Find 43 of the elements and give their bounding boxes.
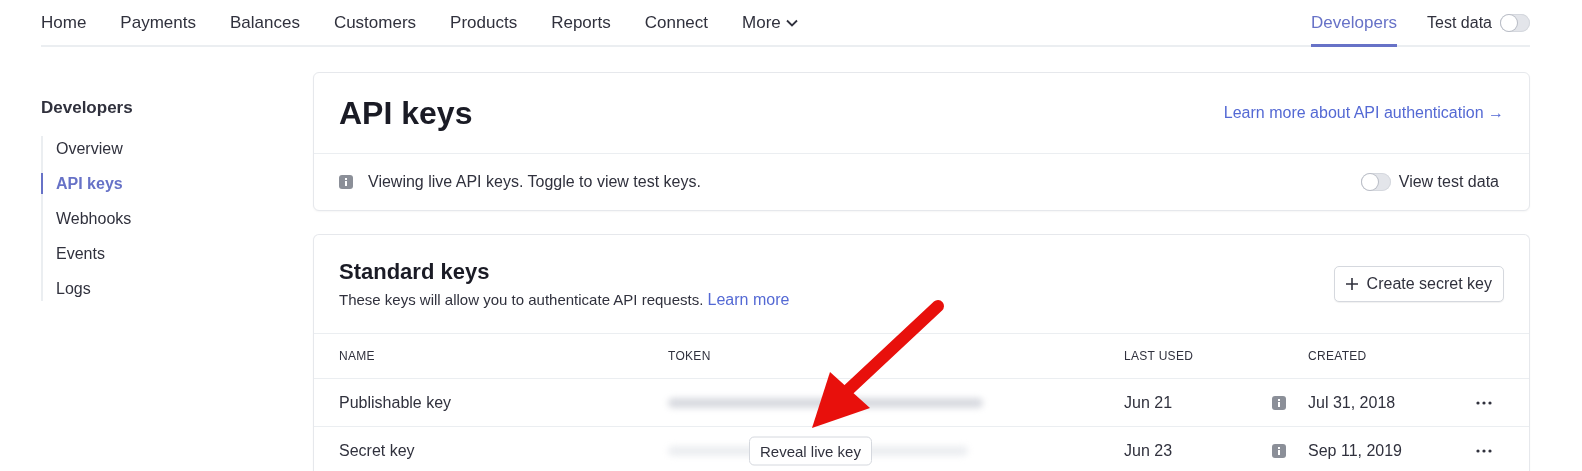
sidebar-item[interactable]: Events bbox=[41, 243, 313, 264]
chevron-down-icon bbox=[785, 19, 798, 27]
more-icon bbox=[1476, 448, 1492, 453]
nav-link[interactable]: Payments bbox=[120, 0, 196, 47]
nav-link[interactable]: Balances bbox=[229, 0, 300, 47]
sidebar-title: Developers bbox=[41, 98, 134, 118]
toggle-switch[interactable] bbox=[1360, 173, 1391, 191]
plus-icon bbox=[1345, 278, 1358, 290]
nav-link[interactable]: Customers bbox=[333, 0, 417, 47]
section-title: Standard keys bbox=[339, 259, 491, 285]
table-cell: Sep 11, 2019 bbox=[1308, 441, 1402, 460]
nav-link[interactable]: Reports bbox=[551, 0, 611, 47]
column-header: LAST USED bbox=[1124, 349, 1195, 363]
column-header: TOKEN bbox=[668, 349, 712, 363]
create-secret-key-button[interactable]: Create secret key bbox=[1333, 266, 1504, 302]
toggle-label: View test data bbox=[1398, 173, 1499, 191]
table-cell-text: Publishable key bbox=[339, 393, 453, 412]
description-text: These keys will allow you to authenticate API requests. Learn more bbox=[339, 291, 790, 309]
more-icon bbox=[1476, 400, 1492, 405]
learn-more-link[interactable]: Learn more about API authentication → bbox=[1223, 104, 1504, 122]
nav-link[interactable]: More bbox=[742, 0, 798, 47]
nav-link[interactable]: Products bbox=[450, 0, 518, 47]
table-cell-text: Jun 23 bbox=[1124, 441, 1174, 460]
nav-link[interactable]: Connect bbox=[644, 0, 709, 47]
sidebar-item[interactable]: Overview bbox=[41, 138, 313, 159]
notice-text: Viewing live API keys. Toggle to view test keys. bbox=[368, 173, 701, 191]
table-cell-text: Jun 21 bbox=[1124, 393, 1174, 412]
nav-link[interactable]: Home bbox=[41, 0, 87, 47]
learn-more-link[interactable]: Learn more bbox=[707, 291, 790, 308]
table-cell-text: Secret key bbox=[339, 441, 416, 460]
sidebar-item[interactable]: Logs bbox=[41, 278, 313, 299]
table-cell: Jul 31, 2018 bbox=[1308, 393, 1396, 412]
toggle-switch[interactable] bbox=[1500, 13, 1530, 32]
info-icon bbox=[339, 175, 353, 189]
column-header: CREATED bbox=[1308, 349, 1368, 363]
page-title: API keys bbox=[339, 94, 473, 132]
toggle-label: Test data bbox=[1427, 13, 1492, 32]
column-header: NAME bbox=[339, 349, 376, 363]
info-icon bbox=[1272, 395, 1286, 410]
reveal-key-button[interactable]: Reveal live key bbox=[749, 436, 872, 465]
nav-link[interactable]: Developers bbox=[1311, 0, 1398, 47]
sidebar-item[interactable]: Webhooks bbox=[41, 208, 313, 229]
info-icon bbox=[1272, 443, 1286, 458]
